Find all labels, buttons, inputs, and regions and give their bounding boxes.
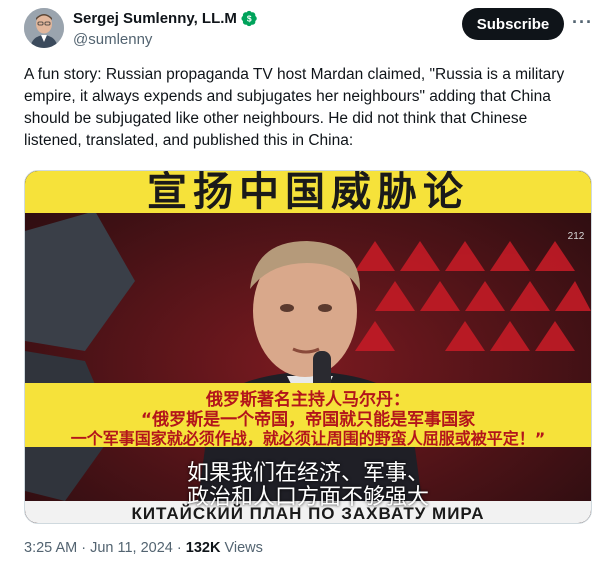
tweet-meta: 3:25 AM · Jun 11, 2024 · 132K Views: [24, 540, 263, 556]
views-label: Views: [220, 540, 263, 556]
video-top-banner: 宣扬中国威胁论: [147, 170, 469, 215]
verified-icon: $: [241, 10, 257, 27]
video-bottom-banner: КИТАЙСКИЙ ПЛАН ПО ЗАХВАТУ МИРА: [131, 504, 485, 523]
tweet-time[interactable]: 3:25 AM: [24, 540, 77, 556]
video-corner-tag: 212: [567, 231, 585, 242]
subscribe-button[interactable]: Subscribe: [462, 8, 564, 40]
avatar[interactable]: [24, 8, 64, 48]
svg-text:$: $: [247, 14, 252, 24]
avatar-image: [24, 8, 64, 48]
video-caption-line3: 一个军事国家就必须作战，就必须让周围的野蛮人屈服或被平定！”: [70, 429, 546, 448]
meta-separator: ·: [77, 540, 91, 556]
author-name[interactable]: Sergej Sumlenny, LL.M: [73, 10, 237, 27]
tweet-text: A fun story: Russian propaganda TV host …: [24, 66, 565, 149]
author-name-row[interactable]: Sergej Sumlenny, LL.M $: [73, 10, 258, 27]
author-handle[interactable]: @sumlenny: [73, 31, 152, 48]
views-count: 132K: [185, 540, 221, 556]
meta-separator: ·: [172, 540, 186, 556]
more-options-icon[interactable]: ···: [572, 12, 593, 33]
tweet-video[interactable]: 宣扬中国威胁论 212 俄罗斯著名主持人马尔丹： “俄罗斯是一个帝国，帝国就只能…: [24, 170, 592, 524]
tweet-date[interactable]: Jun 11, 2024: [90, 540, 173, 556]
